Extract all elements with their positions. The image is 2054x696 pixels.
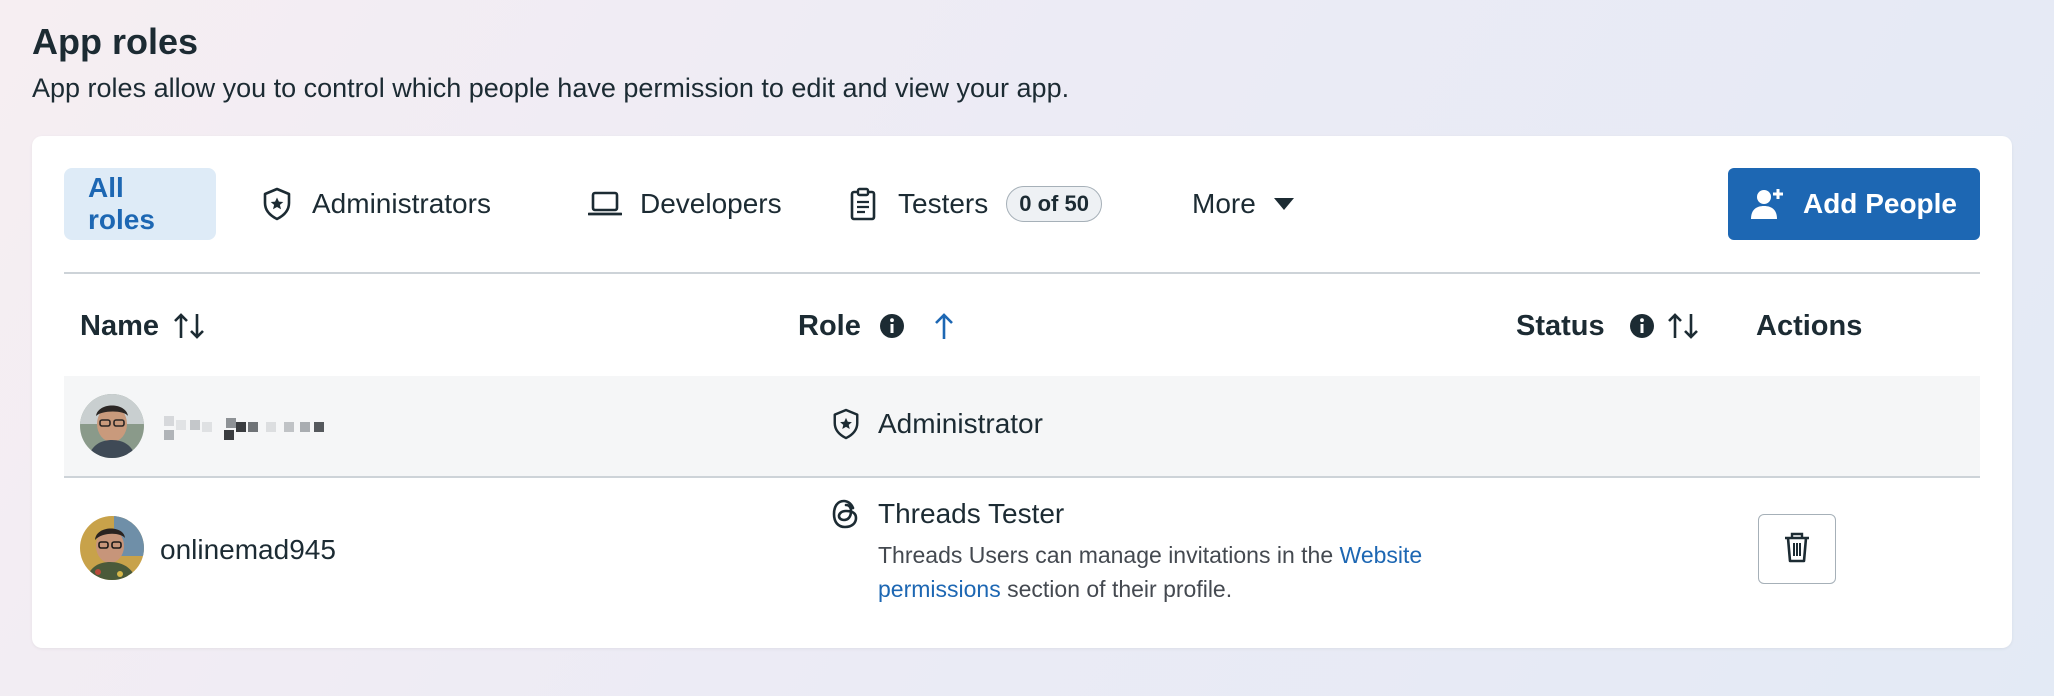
- tab-administrators-label: Administrators: [312, 188, 491, 219]
- threads-icon: [830, 498, 862, 530]
- column-header-role[interactable]: Role: [798, 304, 955, 348]
- role-description-text: Threads Users can manage invitations in …: [878, 542, 1340, 568]
- tab-more-label: More: [1192, 188, 1256, 219]
- table-row: Administrator: [64, 376, 1980, 478]
- page-subtitle: App roles allow you to control which peo…: [32, 73, 1070, 103]
- page-title: App roles: [32, 21, 199, 62]
- role-name: Administrator: [878, 408, 1043, 439]
- laptop-icon: [588, 187, 622, 221]
- role-description: Threads Users can manage invitations in …: [878, 538, 1478, 606]
- add-people-button[interactable]: Add People: [1728, 168, 1980, 240]
- tabs-divider: [64, 272, 1980, 274]
- tab-testers[interactable]: Testers 0 of 50: [822, 168, 1126, 240]
- testers-count-badge: 0 of 50: [1006, 186, 1102, 222]
- redacted-name: [164, 410, 334, 442]
- page-header: App roles App roles allow you to control…: [32, 18, 1069, 106]
- column-actions-label: Actions: [1756, 309, 1863, 342]
- tab-testers-label: Testers: [898, 188, 989, 219]
- avatar: [80, 394, 144, 458]
- avatar: [80, 516, 144, 580]
- user-name: onlinemad945: [160, 534, 336, 565]
- tab-developers-label: Developers: [640, 188, 782, 219]
- role-tabs: All roles Administrators Developers Test…: [64, 168, 1980, 240]
- role-name: Threads Tester: [878, 498, 1065, 529]
- column-status-label: Status: [1516, 309, 1605, 342]
- sort-icon[interactable]: [173, 312, 205, 340]
- role-cell: Administrator: [830, 408, 1043, 440]
- tab-developers[interactable]: Developers: [564, 168, 806, 240]
- role-description-text-end: section of their profile.: [1000, 576, 1233, 602]
- sort-icon[interactable]: [1667, 312, 1699, 340]
- table-row: onlinemad945 Threads Tester Threads User…: [64, 478, 1980, 648]
- column-header-name[interactable]: Name: [80, 304, 205, 348]
- role-cell: Threads Tester Threads Users can manage …: [830, 498, 1478, 606]
- shield-star-icon: [260, 187, 294, 221]
- clipboard-icon: [846, 187, 880, 221]
- trash-icon: [1783, 531, 1811, 568]
- column-header-actions: Actions: [1756, 304, 1862, 348]
- column-header-status[interactable]: Status: [1516, 304, 1699, 348]
- tab-all-roles-label: All roles: [88, 172, 155, 235]
- roles-card: All roles Administrators Developers Test…: [32, 136, 2012, 648]
- info-icon[interactable]: [1629, 313, 1655, 339]
- tab-administrators[interactable]: Administrators: [236, 168, 515, 240]
- add-person-icon: [1750, 187, 1785, 221]
- column-name-label: Name: [80, 309, 159, 342]
- info-icon[interactable]: [879, 313, 905, 339]
- tab-more[interactable]: More: [1168, 168, 1318, 240]
- caret-down-icon: [1273, 198, 1294, 210]
- tab-all-roles[interactable]: All roles: [64, 168, 216, 240]
- shield-star-icon: [830, 408, 862, 440]
- column-role-label: Role: [798, 309, 861, 342]
- sort-ascending-icon[interactable]: [933, 312, 955, 340]
- add-people-label: Add People: [1802, 188, 1957, 219]
- delete-button[interactable]: [1758, 514, 1836, 584]
